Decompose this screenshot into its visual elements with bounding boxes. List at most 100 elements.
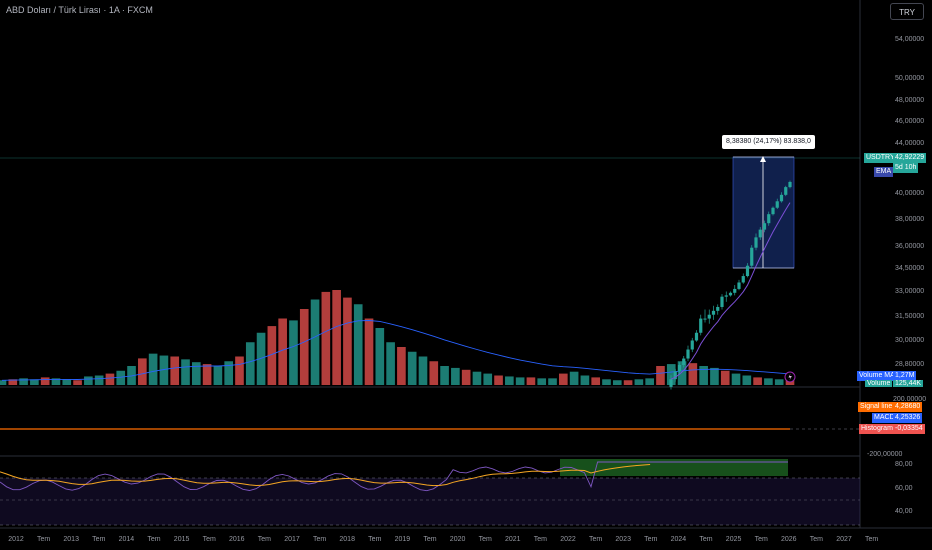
candle-body xyxy=(750,247,754,266)
volume-bar xyxy=(397,347,406,385)
price-tick: 36,00000 xyxy=(895,243,925,250)
candle-body xyxy=(779,194,784,202)
candle-body xyxy=(716,306,720,311)
candle-body xyxy=(720,296,724,307)
candle-body xyxy=(724,295,728,297)
time-tick: Tem xyxy=(368,536,382,543)
volume-value: 125,44K xyxy=(893,380,924,387)
volume-bar xyxy=(634,379,644,385)
price-tick: 44,00000 xyxy=(895,140,925,147)
volume-bar xyxy=(289,320,298,385)
time-tick: 2017 xyxy=(284,536,300,543)
volume-bar xyxy=(602,379,611,385)
volume-bar xyxy=(505,376,514,385)
time-tick: 2013 xyxy=(63,536,79,543)
volume-bar xyxy=(699,366,708,385)
price-tick: 46,00000 xyxy=(895,118,925,125)
volume-bar xyxy=(623,380,633,385)
candle-body xyxy=(737,282,741,289)
time-tick: Tem xyxy=(754,536,768,543)
signal-line-tag: Signal line xyxy=(858,402,895,412)
candle-body xyxy=(741,276,745,283)
time-tick: Tem xyxy=(699,536,713,543)
volume-bar xyxy=(526,377,536,385)
price-tick: 30,00000 xyxy=(895,337,925,344)
candle-body xyxy=(703,318,707,320)
price-tick: 33,00000 xyxy=(895,288,925,295)
measure-label: 8,38380 (24,17%) 83.838,0 xyxy=(722,135,815,149)
volume-bar xyxy=(537,378,547,385)
volume-bar xyxy=(94,375,104,385)
volume-bar xyxy=(310,299,320,385)
volume-bar xyxy=(569,371,579,385)
time-tick: 2025 xyxy=(725,536,742,543)
time-tick: 2016 xyxy=(229,536,245,543)
time-tick: Tem xyxy=(147,536,161,543)
candle-body xyxy=(682,358,686,365)
candle-body xyxy=(728,292,733,296)
volume-bar xyxy=(343,297,352,385)
volume-bar xyxy=(645,378,654,385)
volume-bar xyxy=(0,380,7,385)
price-tick: 50,00000 xyxy=(895,75,925,82)
candle-body xyxy=(699,318,703,333)
time-tick: Tem xyxy=(644,536,658,543)
volume-bar xyxy=(148,353,158,385)
volume-bar xyxy=(19,378,28,385)
volume-bar xyxy=(191,362,201,385)
volume-bar xyxy=(591,377,601,385)
symbol-title[interactable]: ABD Doları / Türk Lirası · 1A · FXCM xyxy=(6,5,153,15)
volume-bar xyxy=(515,377,525,385)
last-price-tag: 42,92229 xyxy=(893,153,927,163)
volume-bar xyxy=(407,351,417,385)
chart-root[interactable]: ABD Doları / Türk Lirası · 1A · FXCM TRY… xyxy=(0,0,932,550)
volume-bar xyxy=(558,373,568,385)
countdown-tag: 5d 10h xyxy=(893,163,919,173)
macd-lower-tick: -200,00000 xyxy=(867,451,903,458)
candle-body xyxy=(733,288,737,293)
currency-button[interactable]: TRY xyxy=(890,3,924,20)
candle-body xyxy=(707,314,711,319)
time-tick: Tem xyxy=(533,536,548,543)
candle-body xyxy=(754,237,758,248)
volume-bar xyxy=(73,380,82,385)
time-tick: Tem xyxy=(202,536,216,543)
candle-body xyxy=(690,340,694,350)
volume-bar xyxy=(62,379,72,385)
candle-body xyxy=(686,349,690,359)
time-tick: Tem xyxy=(588,536,603,543)
candle-body xyxy=(771,207,775,215)
volume-bar xyxy=(213,366,223,385)
chart-canvas[interactable] xyxy=(0,0,932,550)
candle-body xyxy=(677,364,682,372)
volume-bar xyxy=(612,380,622,385)
rsi-tick: 80,00 xyxy=(895,461,913,468)
volume-bar xyxy=(580,375,590,385)
price-tick: 38,00000 xyxy=(895,216,925,223)
volume-bar xyxy=(202,364,212,385)
volume-bar xyxy=(353,304,363,385)
time-tick: Tem xyxy=(809,536,824,543)
time-tick: 2014 xyxy=(118,536,135,543)
time-tick: Tem xyxy=(478,536,492,543)
time-tick: 2019 xyxy=(394,536,411,543)
volume-bar xyxy=(764,378,773,385)
volume-bar xyxy=(245,342,255,385)
candles xyxy=(669,180,792,390)
volume-bar xyxy=(418,356,428,385)
volume-bar xyxy=(364,318,374,385)
price-tick: 34,50000 xyxy=(895,265,925,272)
volume-bar xyxy=(774,379,784,385)
time-tick: 2018 xyxy=(339,536,355,543)
volume-bar xyxy=(105,373,115,385)
candle-body xyxy=(694,332,699,341)
volume-bar xyxy=(688,363,698,385)
time-tick: 2021 xyxy=(505,536,521,543)
time-tick: Tem xyxy=(423,536,437,543)
volume-bar xyxy=(332,290,341,385)
time-tick: Tem xyxy=(312,536,327,543)
volume-bar xyxy=(321,291,331,385)
time-tick: Tem xyxy=(36,536,51,543)
volume-bar xyxy=(429,361,439,385)
time-tick: 2026 xyxy=(781,536,797,543)
